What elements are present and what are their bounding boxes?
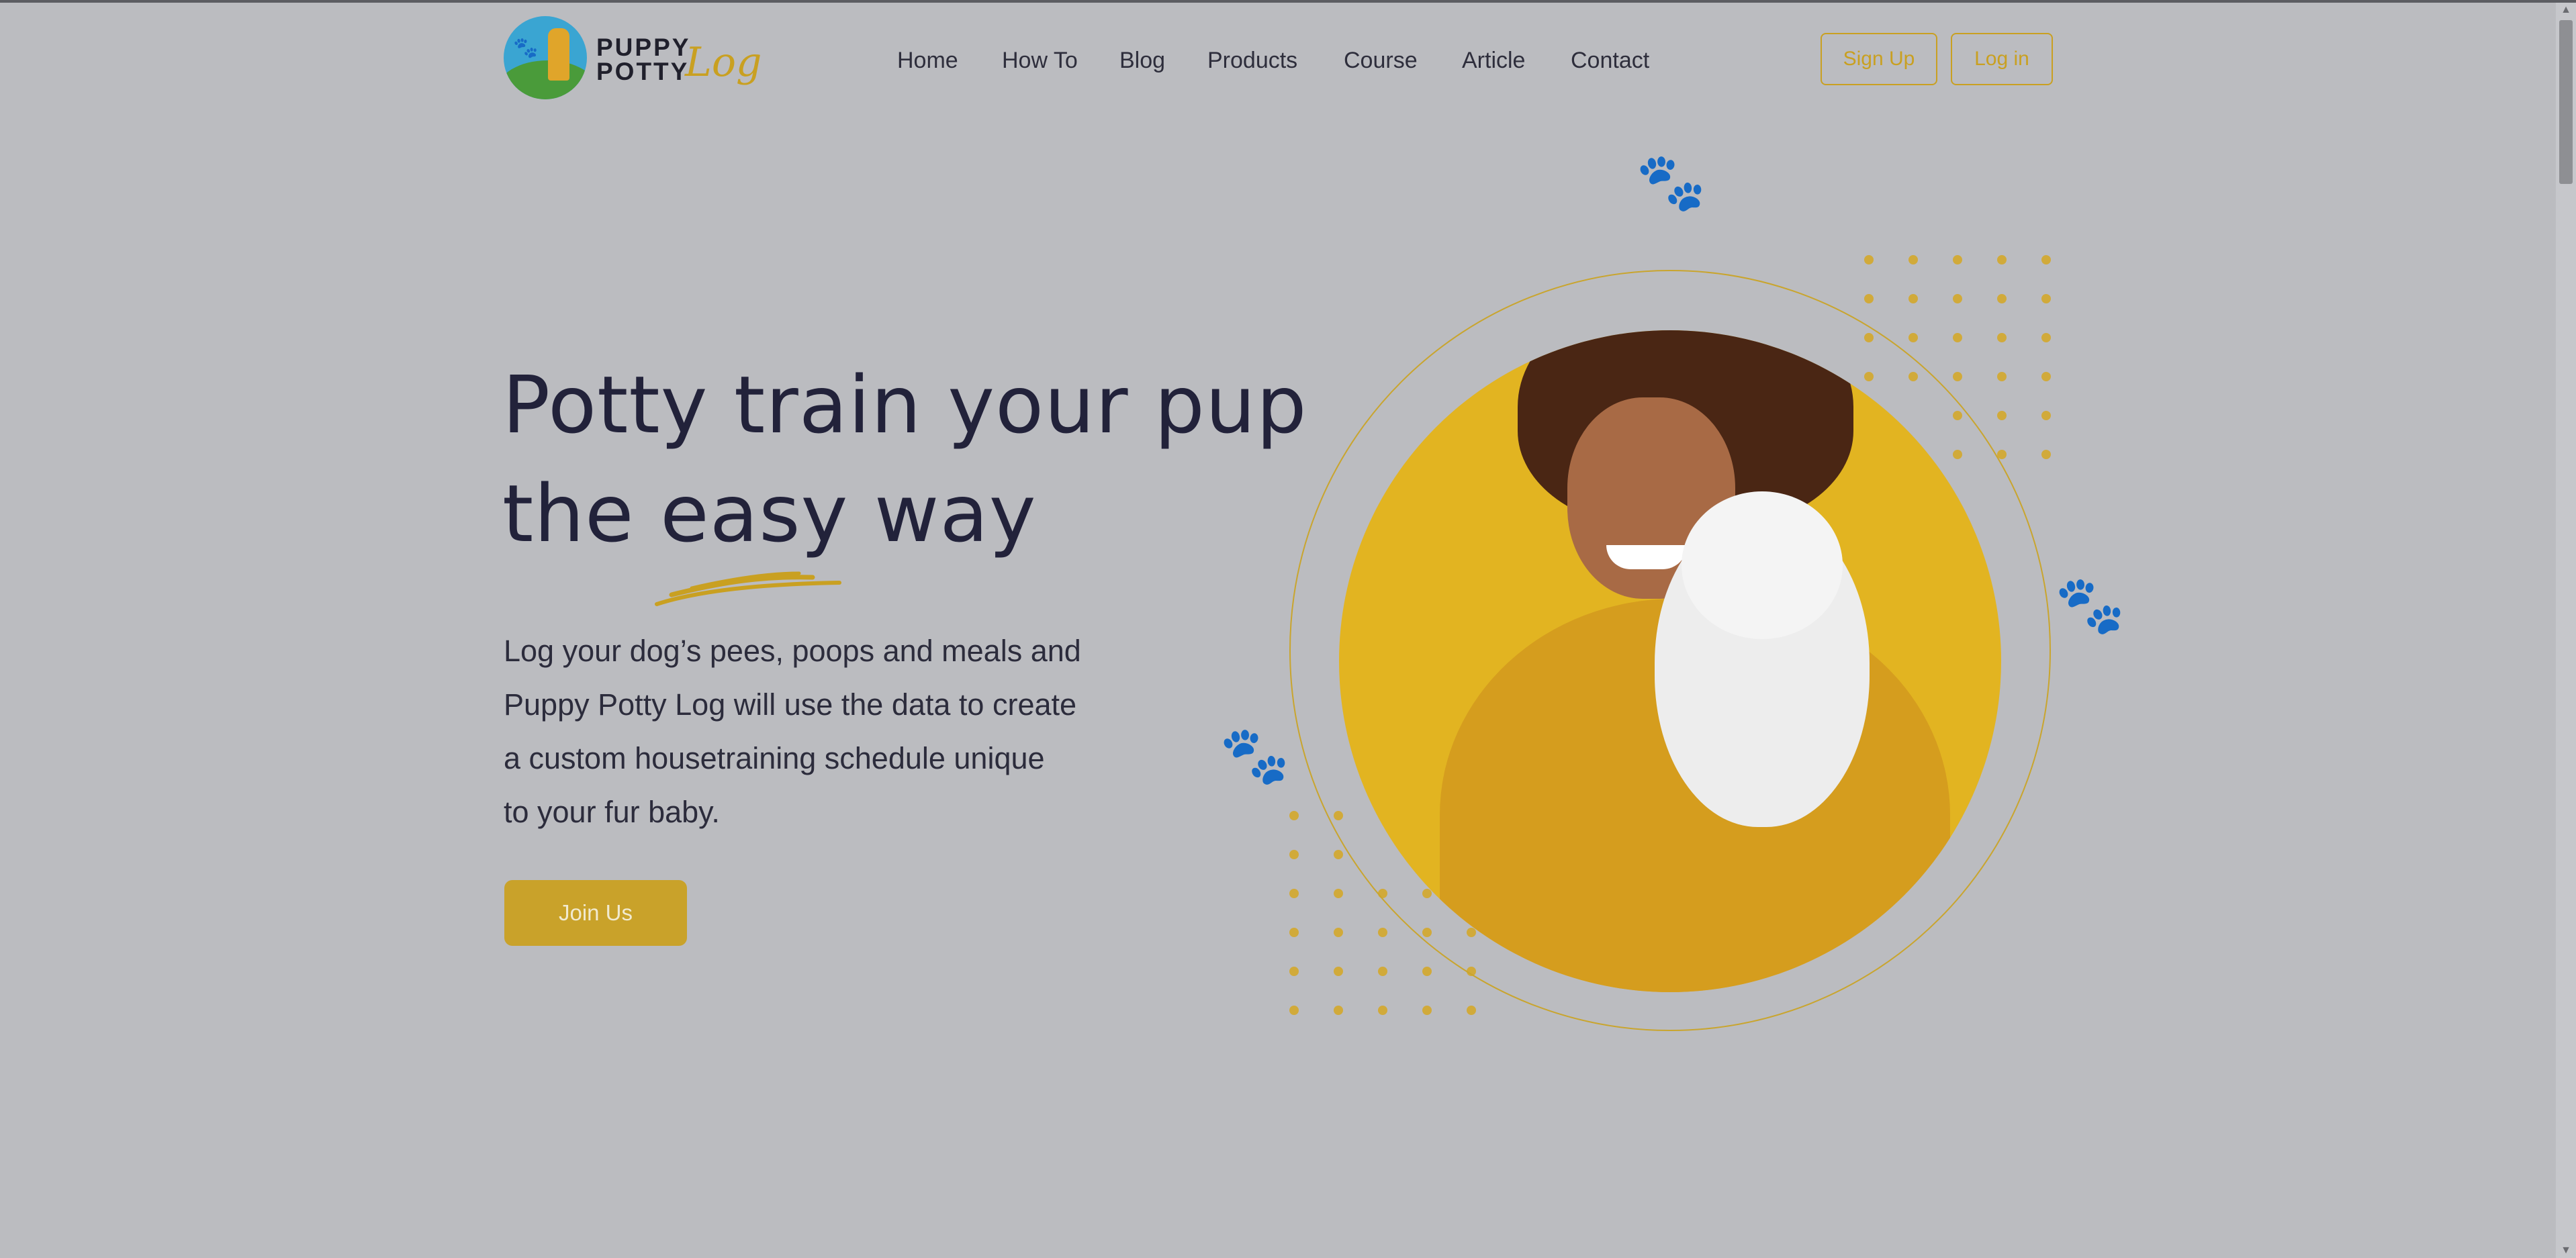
decorative-dot (1953, 333, 1962, 342)
decorative-dot (1334, 1006, 1343, 1015)
hero-title-line-1: Potty train your pup (502, 358, 1307, 451)
decorative-dot (1953, 255, 1962, 264)
decorative-dot (1422, 1006, 1432, 1015)
chevron-up-icon[interactable]: ▲ (2556, 3, 2576, 17)
decorative-dot (1289, 850, 1299, 859)
nav-how-to[interactable]: How To (1002, 43, 1078, 78)
logo-word-1: PUPPY (596, 34, 691, 61)
hero-description-line-1: Log your dog’s pees, poops and meals and (504, 634, 1081, 668)
decorative-dot (1997, 255, 2007, 264)
page-scrollbar[interactable]: ▲ ▼ (2556, 3, 2576, 1258)
decorative-dot (1997, 372, 2007, 381)
paw-icon: 🐾 (513, 37, 539, 59)
brush-underline-decoration (655, 571, 841, 606)
nav-contact[interactable]: Contact (1571, 43, 1649, 78)
decorative-dot (2041, 450, 2051, 459)
hero-description-line-4: to your fur baby. (504, 795, 720, 829)
scrollbar-thumb[interactable] (2559, 20, 2573, 184)
decorative-dot (2041, 255, 2051, 264)
decorative-dot (1378, 967, 1387, 976)
decorative-dot (1334, 967, 1343, 976)
decorative-dot (1864, 294, 1874, 303)
chevron-down-icon[interactable]: ▼ (2556, 1243, 2576, 1258)
nav-home[interactable]: Home (897, 43, 958, 78)
sign-up-button[interactable]: Sign Up (1821, 33, 1937, 85)
hero-photo-woman-with-puppy (1339, 330, 2001, 992)
decorative-dot (1334, 850, 1343, 859)
decorative-dot (1997, 294, 2007, 303)
decorative-dot (1378, 928, 1387, 937)
window-top-border (0, 0, 2576, 3)
decorative-dot (2041, 372, 2051, 381)
decorative-dot (1334, 889, 1343, 898)
hero-description-line-3: a custom housetraining schedule unique (504, 741, 1045, 775)
decorative-dot (1422, 967, 1432, 976)
paw-icon: 🐾 (1636, 150, 1706, 213)
logo-word-2: POTTY (596, 58, 690, 85)
nav-blog[interactable]: Blog (1119, 43, 1165, 78)
decorative-dot (1289, 1006, 1299, 1015)
log-in-button[interactable]: Log in (1951, 33, 2053, 85)
decorative-dot (1378, 1006, 1387, 1015)
decorative-dot (1908, 255, 1918, 264)
logo-grass (504, 60, 587, 99)
photo-smile (1606, 545, 1687, 569)
decorative-dot (1908, 294, 1918, 303)
decorative-dot (1289, 889, 1299, 898)
decorative-dot (1334, 928, 1343, 937)
decorative-dot (2041, 294, 2051, 303)
photo-puppy-head (1682, 491, 1843, 639)
decorative-dot (1289, 928, 1299, 937)
decorative-dot (2041, 411, 2051, 420)
decorative-dot (1908, 333, 1918, 342)
decorative-dot (1864, 255, 1874, 264)
decorative-dot (1997, 411, 2007, 420)
join-us-button[interactable]: Join Us (504, 880, 687, 946)
hero-description-line-2: Puppy Potty Log will use the data to cre… (504, 687, 1077, 722)
hero-title-line-2: the easy way (502, 467, 1037, 560)
decorative-dot (2041, 333, 2051, 342)
decorative-dot (1289, 811, 1299, 820)
nav-article[interactable]: Article (1462, 43, 1525, 78)
paw-icon: 🐾 (2055, 573, 2125, 636)
nav-course[interactable]: Course (1344, 43, 1418, 78)
site-logo[interactable]: 🐾 PUPPY POTTY Log (504, 16, 762, 101)
logo-badge: 🐾 (504, 16, 587, 99)
decorative-dot (1953, 294, 1962, 303)
decorative-dot (1467, 1006, 1476, 1015)
logo-script: Log (685, 39, 762, 86)
decorative-dot (1953, 372, 1962, 381)
paw-icon: 🐾 (1220, 724, 1290, 787)
decorative-dot (1997, 333, 2007, 342)
hydrant-icon (548, 28, 569, 81)
decorative-dot (1289, 967, 1299, 976)
nav-products[interactable]: Products (1207, 43, 1297, 78)
